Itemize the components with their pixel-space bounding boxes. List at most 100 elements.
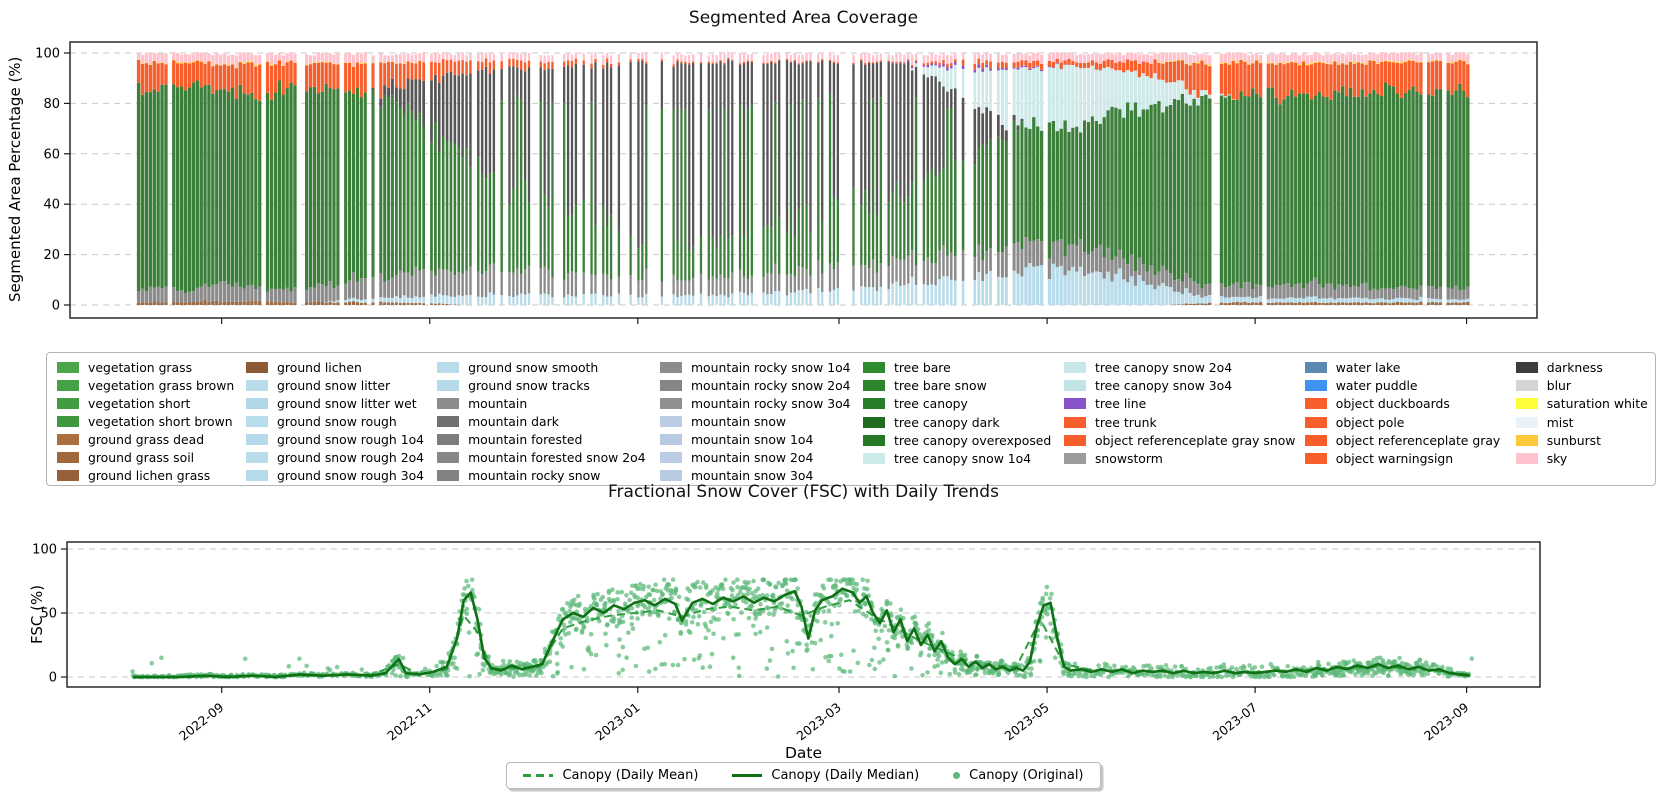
legend-column: tree bare tree bare snow tree canopy tree c…	[863, 358, 1064, 485]
legend-item: tree canopy	[863, 395, 1064, 413]
legend-item: sunburst	[1516, 431, 1655, 449]
legend-item-label: vegetation grass brown	[88, 378, 234, 393]
legend-item: object duckboards	[1305, 395, 1516, 413]
legend-swatch	[57, 452, 79, 463]
legend-item-label: tree canopy snow 3o4	[1095, 378, 1232, 393]
legend-item: mountain forested	[437, 431, 660, 449]
trend-legend: Canopy (Daily Mean) Canopy (Daily Median)…	[506, 762, 1100, 789]
legend-item-label: ground lichen	[277, 360, 362, 375]
legend-item-label: ground snow rough 2o4	[277, 450, 424, 465]
legend-item-label: tree line	[1095, 396, 1146, 411]
legend-item-label: tree bare	[894, 360, 951, 375]
legend-item-label: water lake	[1336, 360, 1401, 375]
legend-swatch	[660, 470, 682, 481]
legend-item-label: sunburst	[1547, 433, 1601, 448]
legend-swatch	[246, 452, 268, 463]
legend-item: darkness	[1516, 358, 1655, 376]
bottom-x-tick-label: 2023-07	[1210, 700, 1260, 744]
top-y-tick-label: 20	[43, 248, 60, 263]
dashed-line-marker	[523, 774, 553, 777]
legend-swatch	[57, 470, 79, 481]
legend-item-label: ground snow smooth	[468, 360, 598, 375]
legend-item: ground snow tracks	[437, 376, 660, 394]
legend-swatch	[437, 452, 459, 463]
legend-swatch	[437, 398, 459, 409]
solid-line-marker	[732, 774, 762, 778]
legend-swatch	[1305, 380, 1327, 391]
segmentation-legend: vegetation grassvegetation grass brownve…	[46, 352, 1656, 486]
legend-item: object referenceplate gray snow	[1064, 431, 1305, 449]
legend-item: ground snow rough 2o4	[246, 449, 437, 467]
legend-swatch	[437, 380, 459, 391]
legend-item-label: tree bare snow	[894, 378, 987, 393]
legend-swatch	[1516, 380, 1538, 391]
trend-legend-item: Canopy (Daily Median)	[732, 768, 919, 783]
legend-item-label: darkness	[1547, 360, 1603, 375]
legend-item-label: vegetation short brown	[88, 414, 233, 429]
legend-item: ground snow litter	[246, 376, 437, 394]
legend-swatch	[660, 362, 682, 373]
legend-item: object referenceplate gray	[1305, 431, 1516, 449]
top-y-tick-label: 80	[43, 97, 60, 112]
legend-swatch	[1305, 417, 1327, 428]
legend-swatch	[1516, 435, 1538, 446]
legend-item-label: snowstorm	[1095, 451, 1163, 466]
legend-swatch	[1305, 398, 1327, 409]
legend-item-label: mountain snow 1o4	[691, 432, 813, 447]
legend-item-label: mist	[1547, 415, 1574, 430]
trend-legend-wrap: Canopy (Daily Mean) Canopy (Daily Median)…	[67, 762, 1540, 789]
legend-item: ground grass soil	[57, 449, 246, 467]
legend-swatch	[1305, 435, 1327, 446]
legend-item: ground grass dead	[57, 431, 246, 449]
legend-item: mountain snow 2o4	[660, 449, 863, 467]
legend-swatch	[863, 398, 885, 409]
legend-swatch	[863, 453, 885, 464]
scatter-canopy-original	[130, 577, 1474, 679]
legend-column: vegetation grassvegetation grass brownve…	[57, 358, 246, 485]
legend-item-label: saturation white	[1547, 396, 1648, 411]
legend-item: vegetation grass	[57, 358, 246, 376]
legend-item: mist	[1516, 413, 1655, 431]
legend-swatch	[660, 416, 682, 427]
legend-item-label: tree canopy snow 1o4	[894, 451, 1031, 466]
legend-item: mountain	[437, 394, 660, 412]
legend-item-label: vegetation grass	[88, 360, 192, 375]
legend-swatch	[1064, 398, 1086, 409]
top-y-tick-label: 60	[43, 147, 60, 162]
bottom-chart-title: Fractional Snow Cover (FSC) with Daily T…	[70, 482, 1537, 502]
legend-item-label: mountain forested	[468, 432, 582, 447]
legend-swatch	[437, 434, 459, 445]
legend-swatch	[57, 380, 79, 391]
top-y-tick-label: 0	[52, 299, 60, 314]
legend-item: mountain rocky snow 2o4	[660, 376, 863, 394]
legend-item: tree bare	[863, 358, 1064, 376]
trend-legend-label: Canopy (Daily Mean)	[562, 768, 698, 783]
x-axis-label: Date	[67, 744, 1540, 762]
legend-item: vegetation short	[57, 394, 246, 412]
bottom-x-tick-label: 2022-09	[176, 700, 226, 744]
legend-swatch	[1516, 417, 1538, 428]
legend-item-label: object warningsign	[1336, 451, 1453, 466]
legend-item: mountain forested snow 2o4	[437, 449, 660, 467]
legend-item: saturation white	[1516, 395, 1655, 413]
top-y-tick-label: 100	[35, 47, 60, 62]
legend-swatch	[246, 470, 268, 481]
legend-item: object warningsign	[1305, 449, 1516, 467]
legend-item: water puddle	[1305, 376, 1516, 394]
legend-swatch	[246, 398, 268, 409]
legend-item-label: object referenceplate gray snow	[1095, 433, 1295, 448]
legend-swatch	[246, 434, 268, 445]
legend-item: water lake	[1305, 358, 1516, 376]
legend-swatch	[246, 380, 268, 391]
legend-swatch	[1064, 380, 1086, 391]
legend-item-label: object duckboards	[1336, 396, 1450, 411]
legend-swatch	[863, 417, 885, 428]
legend-item-label: mountain snow 2o4	[691, 450, 813, 465]
legend-item: ground snow rough	[246, 412, 437, 430]
legend-item: tree trunk	[1064, 413, 1305, 431]
figure: Segmented Area Coverage Segmented Area P…	[0, 0, 1663, 801]
legend-item: mountain dark	[437, 412, 660, 430]
legend-swatch	[57, 398, 79, 409]
bottom-x-tick-label: 2023-01	[592, 700, 642, 744]
legend-item-label: mountain rocky snow 1o4	[691, 360, 851, 375]
